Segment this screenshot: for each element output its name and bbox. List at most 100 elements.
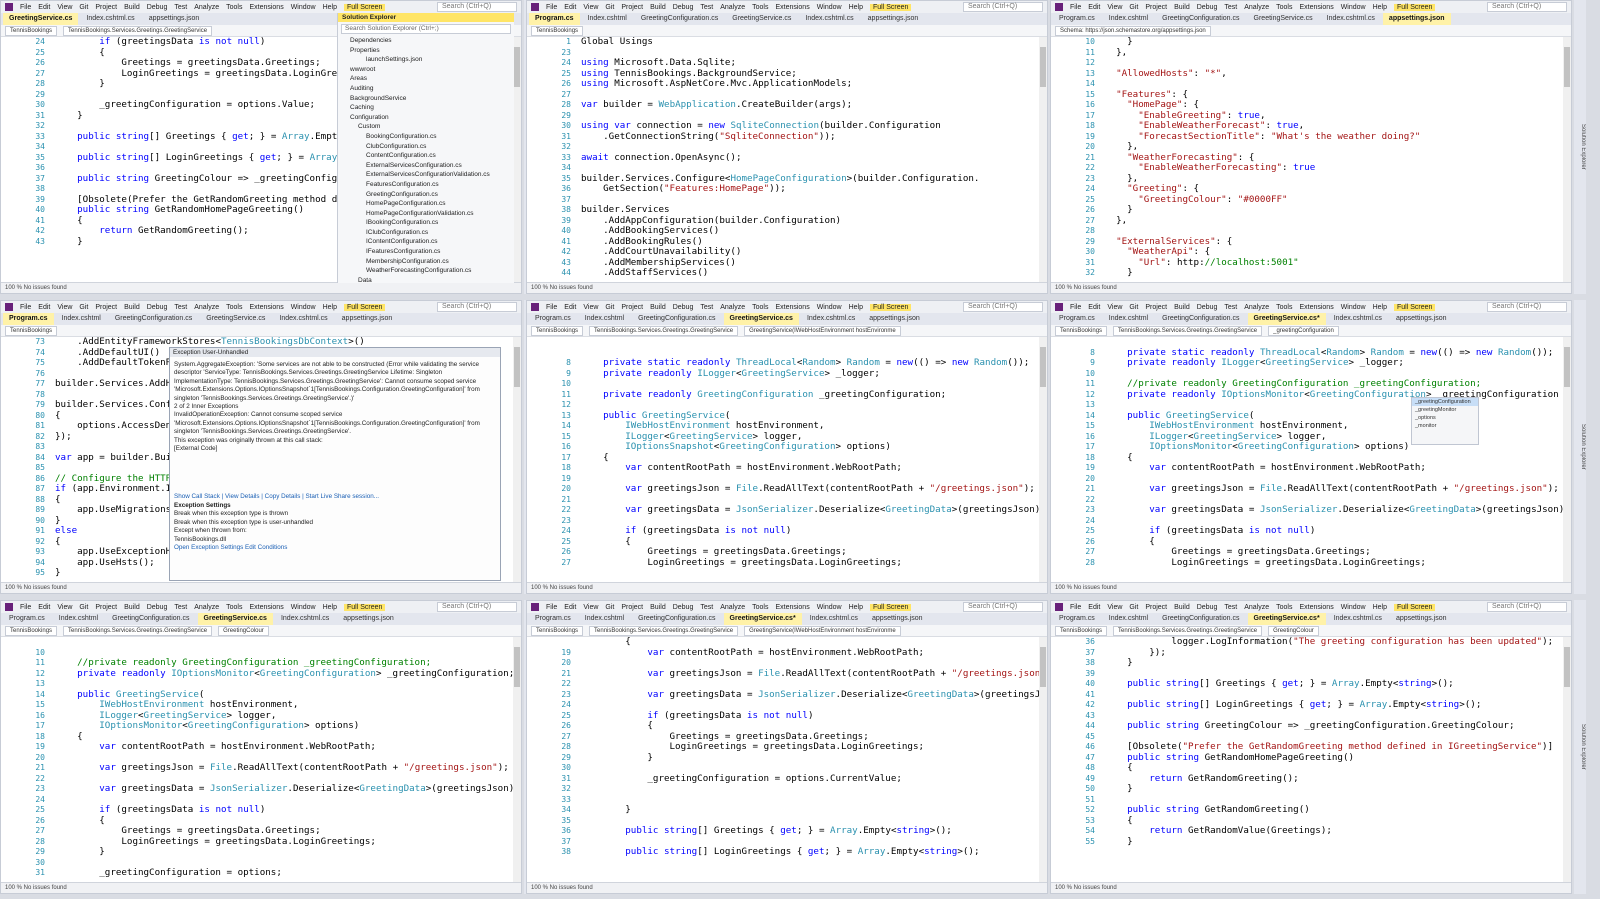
tab-program-cs[interactable]: Program.cs [3, 313, 54, 325]
menu-item-help[interactable]: Help [1373, 604, 1387, 611]
solution-tree-item[interactable]: IBookingConfiguration.cs [338, 218, 514, 228]
tab-index-cshtml[interactable]: Index.cshtml [1103, 313, 1154, 325]
tab-index-cshtml[interactable]: Index.cshtml [1103, 13, 1154, 25]
tab-greetingconfiguration-cs[interactable]: GreetingConfiguration.cs [109, 313, 198, 325]
code-editor[interactable]: 36 logger.LogInformation("The greeting c… [1051, 637, 1563, 883]
menu-item-window[interactable]: Window [817, 604, 842, 611]
full-screen-badge[interactable]: Full Screen [870, 303, 912, 311]
menu-item-tools[interactable]: Tools [226, 304, 242, 311]
menu-item-tools[interactable]: Tools [1276, 304, 1292, 311]
menu-item-help[interactable]: Help [323, 4, 337, 11]
menu-item-build[interactable]: Build [124, 304, 140, 311]
menu-item-file[interactable]: File [546, 604, 557, 611]
menu-item-git[interactable]: Git [79, 4, 88, 11]
menu-item-debug[interactable]: Debug [1197, 304, 1218, 311]
intellisense-item[interactable]: _greetingMonitor [1412, 406, 1478, 414]
scrollbar-thumb[interactable] [514, 347, 520, 387]
tab-greetingconfiguration-cs[interactable]: GreetingConfiguration.cs [632, 313, 721, 325]
solution-tree-item[interactable]: Caching [338, 103, 514, 113]
menu-item-view[interactable]: View [583, 604, 598, 611]
menu-item-extensions[interactable]: Extensions [1299, 304, 1333, 311]
menu-item-window[interactable]: Window [817, 4, 842, 11]
solution-tree-item[interactable]: HomePageConfigurationValidation.cs [338, 209, 514, 219]
exception-footer[interactable]: Open Exception Settings Edit Conditions [174, 544, 496, 552]
menu-item-window[interactable]: Window [1341, 604, 1366, 611]
tab-index-cshtml-cs[interactable]: Index.cshtml.cs [804, 613, 864, 625]
tab-greetingservice-cs[interactable]: GreetingService.cs [723, 313, 799, 325]
nav-dropdown[interactable]: TennisBookings [531, 325, 584, 336]
tab-greetingconfiguration-cs[interactable]: GreetingConfiguration.cs [1156, 613, 1245, 625]
menu-item-tools[interactable]: Tools [226, 604, 242, 611]
menu-item-view[interactable]: View [583, 4, 598, 11]
tab-appsettings-json[interactable]: appsettings.json [1390, 613, 1453, 625]
menu-item-help[interactable]: Help [849, 304, 863, 311]
nav-dropdown[interactable]: TennisBookings.Services.Greetings.Greeti… [1113, 625, 1263, 636]
nav-dropdown[interactable]: GreetingColour [218, 625, 269, 636]
menu-item-extensions[interactable]: Extensions [1299, 604, 1333, 611]
solution-tree-item[interactable]: wwwroot [338, 65, 514, 75]
menu-item-build[interactable]: Build [650, 604, 666, 611]
menu-item-project[interactable]: Project [621, 4, 643, 11]
code-editor[interactable]: 10 } 11 }, 12 13 "AllowedHosts": "*", 14 15 "… [1051, 37, 1563, 283]
menu-item-edit[interactable]: Edit [38, 304, 50, 311]
menu-item-git[interactable]: Git [79, 604, 88, 611]
solution-tree-item[interactable]: MembershipConfiguration.cs [338, 257, 514, 267]
scrollbar-thumb[interactable] [1564, 347, 1570, 387]
nav-dropdown[interactable]: GreetingService(IWebHostEnvironment host… [744, 325, 901, 336]
tab-program-cs[interactable]: Program.cs [1053, 313, 1101, 325]
tab-appsettings-json[interactable]: appsettings.json [143, 13, 206, 25]
menu-item-view[interactable]: View [583, 304, 598, 311]
menu-item-view[interactable]: View [57, 604, 72, 611]
exception-opt1[interactable]: Break when this exception type is thrown [174, 510, 496, 518]
search-input[interactable]: Search (Ctrl+Q) [963, 302, 1043, 312]
menu-item-test[interactable]: Test [174, 604, 187, 611]
full-screen-badge[interactable]: Full Screen [344, 603, 386, 611]
menu-item-edit[interactable]: Edit [1088, 4, 1100, 11]
menu-item-test[interactable]: Test [174, 4, 187, 11]
intellisense-item[interactable]: _greetingConfiguration [1412, 398, 1478, 406]
scrollbar-thumb[interactable] [1564, 647, 1570, 687]
exception-opt3[interactable]: Except when thrown from: [174, 527, 496, 535]
menu-item-file[interactable]: File [546, 4, 557, 11]
menu-item-tools[interactable]: Tools [752, 4, 768, 11]
tab-index-cshtml[interactable]: Index.cshtml [1103, 613, 1154, 625]
vertical-scrollbar[interactable] [513, 337, 521, 583]
tab-program-cs[interactable]: Program.cs [1053, 13, 1101, 25]
tab-greetingservice-cs-[interactable]: GreetingService.cs* [1247, 313, 1326, 325]
tab-appsettings-json[interactable]: appsettings.json [862, 13, 925, 25]
nav-dropdown[interactable]: TennisBookings [5, 325, 58, 336]
solution-explorer-side-tab[interactable]: Solution Explorer [1574, 600, 1586, 894]
tab-index-cshtml-cs[interactable]: Index.cshtml.cs [80, 13, 140, 25]
menu-item-build[interactable]: Build [124, 4, 140, 11]
tab-index-cshtml[interactable]: Index.cshtml [56, 313, 107, 325]
menu-item-edit[interactable]: Edit [38, 4, 50, 11]
scrollbar-thumb[interactable] [514, 47, 520, 87]
tab-greetingconfiguration-cs[interactable]: GreetingConfiguration.cs [632, 613, 721, 625]
menu-item-git[interactable]: Git [605, 4, 614, 11]
solution-tree-item[interactable]: ClubConfiguration.cs [338, 142, 514, 152]
menu-item-git[interactable]: Git [1129, 4, 1138, 11]
menu-item-tools[interactable]: Tools [752, 604, 768, 611]
menu-item-file[interactable]: File [1070, 604, 1081, 611]
tab-greetingservice-cs-[interactable]: GreetingService.cs* [723, 613, 802, 625]
scrollbar-thumb[interactable] [514, 647, 520, 687]
menu-item-project[interactable]: Project [95, 604, 117, 611]
vertical-scrollbar[interactable] [1563, 37, 1571, 283]
menu-item-tools[interactable]: Tools [226, 4, 242, 11]
tab-index-cshtml[interactable]: Index.cshtml [582, 13, 633, 25]
tab-greetingconfiguration-cs[interactable]: GreetingConfiguration.cs [635, 13, 724, 25]
tab-appsettings-json[interactable]: appsettings.json [337, 613, 400, 625]
full-screen-badge[interactable]: Full Screen [1394, 603, 1436, 611]
menu-item-window[interactable]: Window [817, 304, 842, 311]
tab-index-cshtml-cs[interactable]: Index.cshtml.cs [275, 613, 335, 625]
scrollbar-thumb[interactable] [1040, 347, 1046, 387]
scrollbar-thumb[interactable] [1040, 47, 1046, 87]
nav-dropdown[interactable]: TennisBookings.Services.Greetings.Greeti… [1113, 325, 1263, 336]
tab-program-cs[interactable]: Program.cs [1053, 613, 1101, 625]
tab-index-cshtml-cs[interactable]: Index.cshtml.cs [1321, 13, 1381, 25]
menu-item-analyze[interactable]: Analyze [194, 4, 219, 11]
menu-item-debug[interactable]: Debug [147, 604, 168, 611]
tab-appsettings-json[interactable]: appsettings.json [336, 313, 399, 325]
solution-explorer-search[interactable]: Search Solution Explorer (Ctrl+;) [341, 24, 511, 34]
full-screen-badge[interactable]: Full Screen [870, 3, 912, 11]
